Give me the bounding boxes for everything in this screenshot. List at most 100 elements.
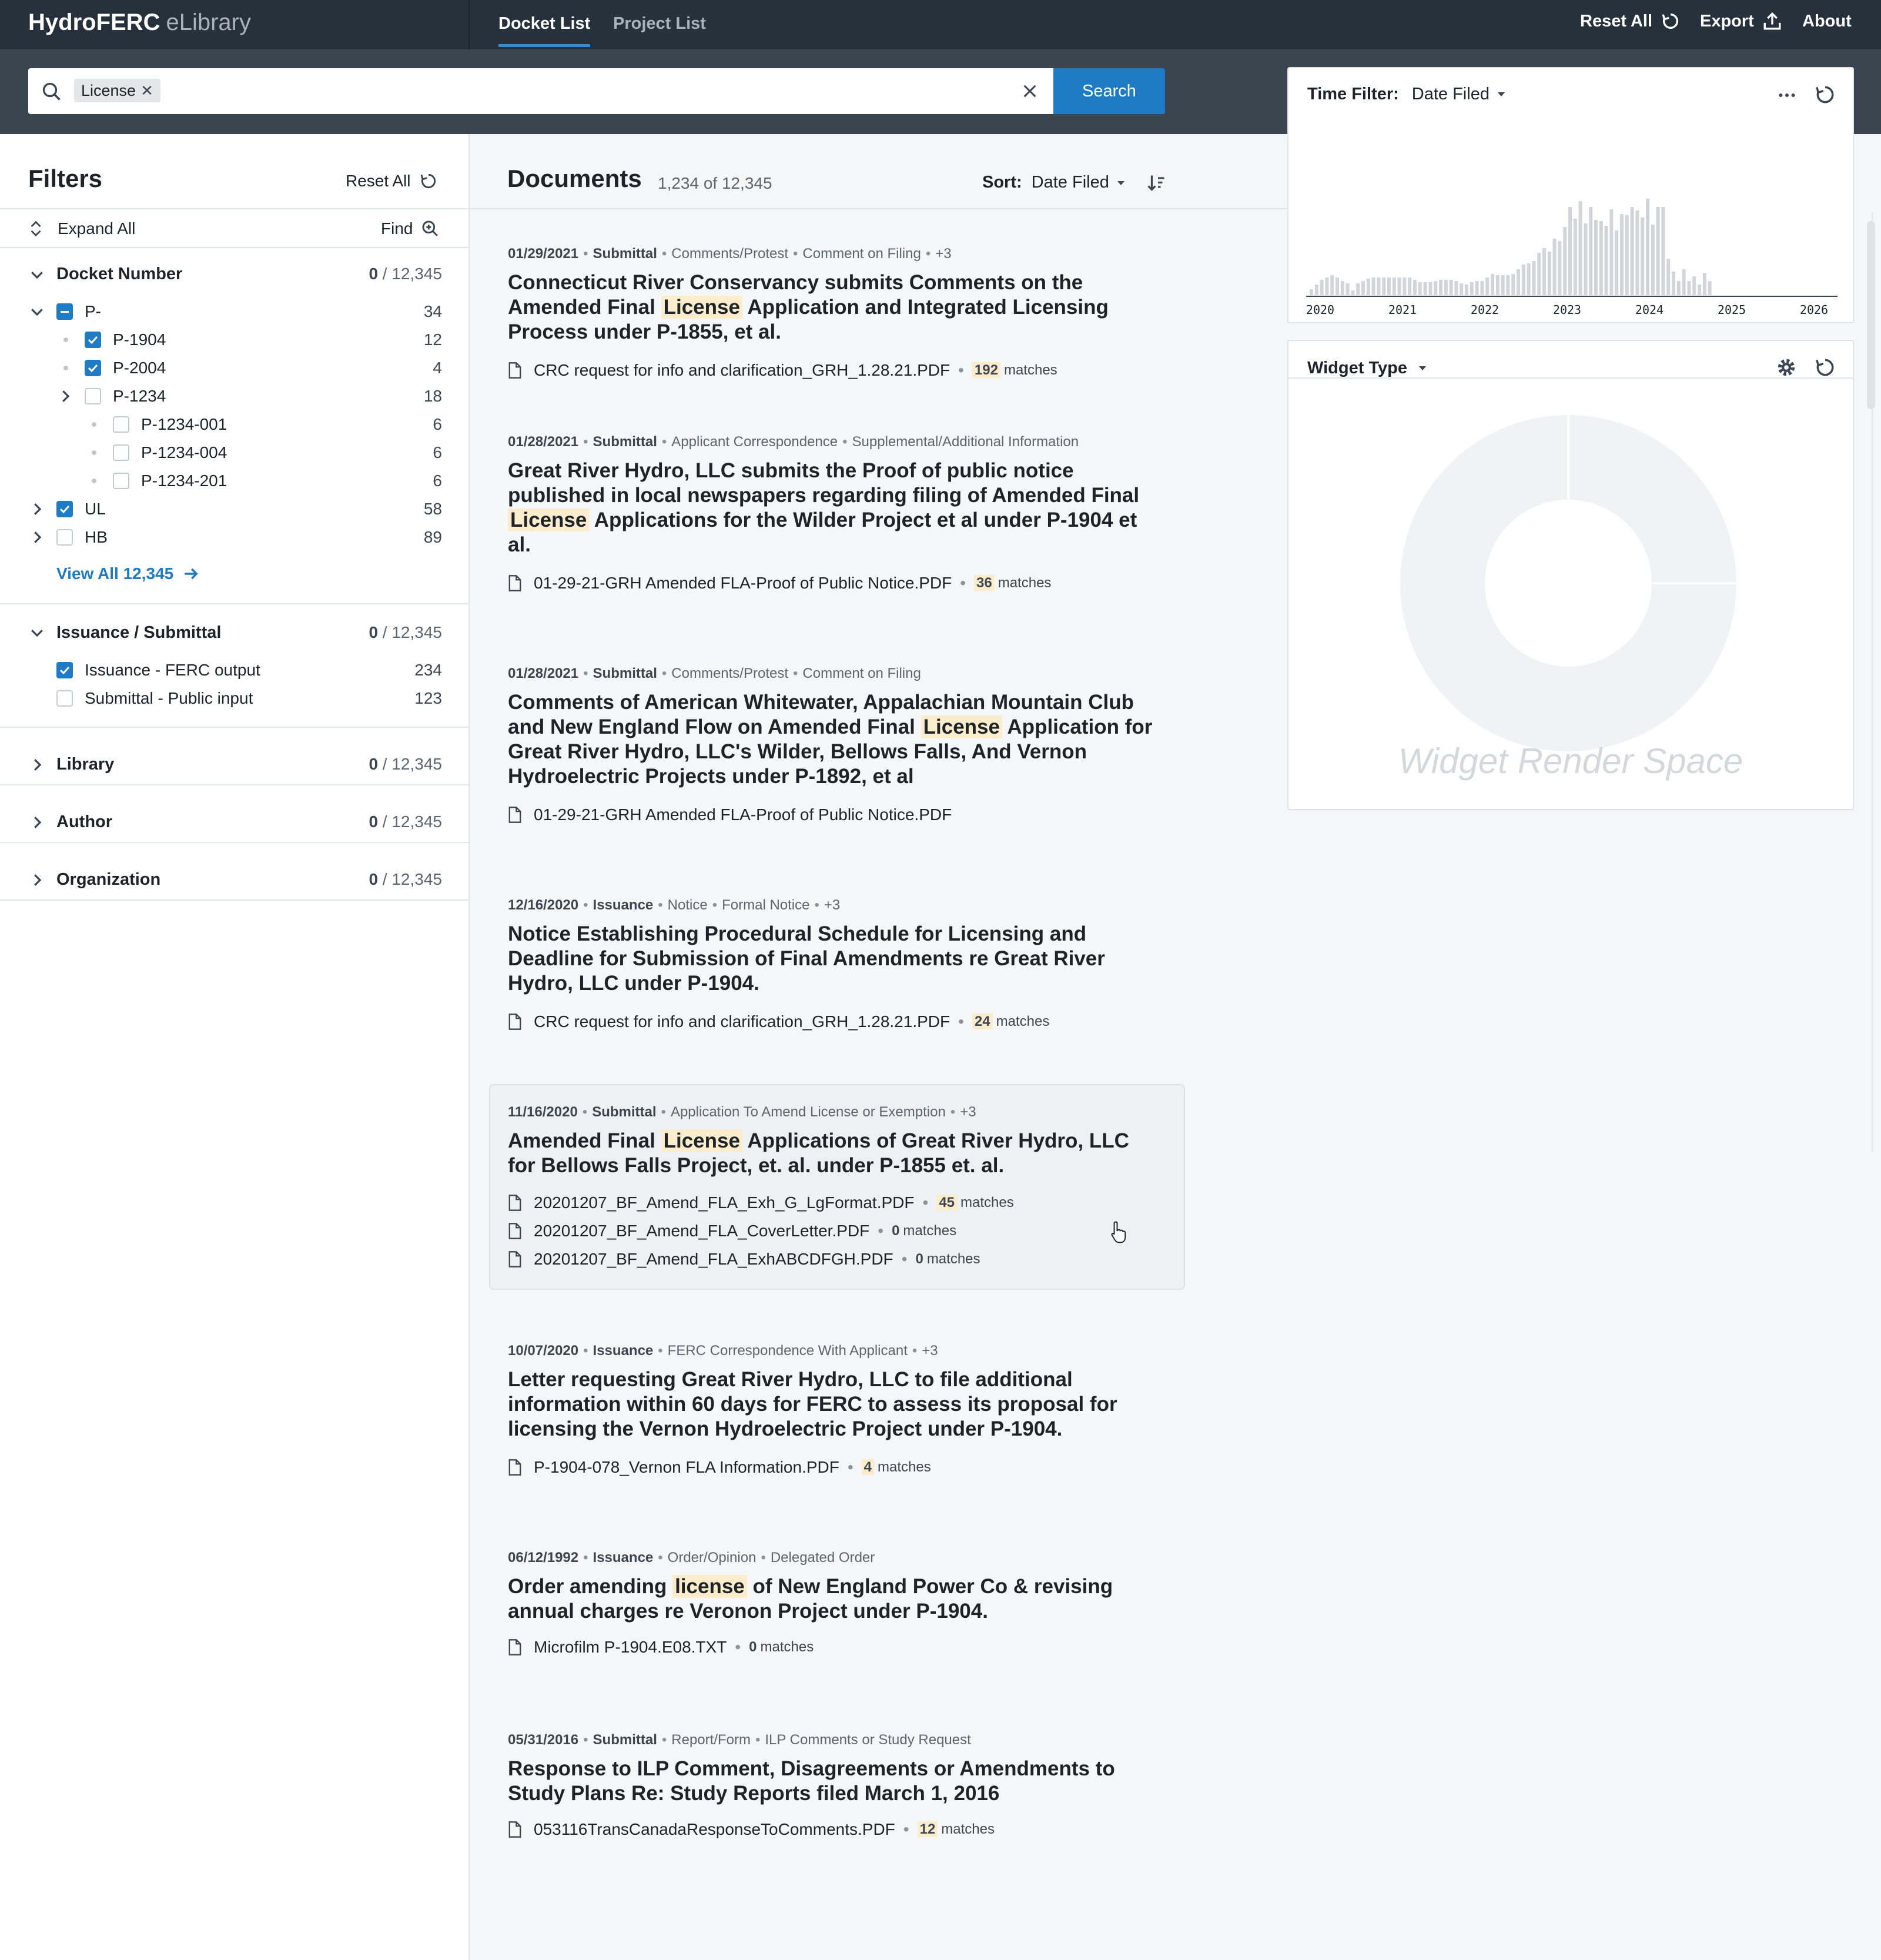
search-chip[interactable]: License ✕	[74, 79, 160, 102]
histogram-bar[interactable]	[1449, 280, 1453, 295]
reset-icon[interactable]	[1814, 356, 1836, 379]
histogram-bar[interactable]	[1506, 275, 1510, 295]
histogram-bar[interactable]	[1698, 285, 1701, 295]
checkbox-checked[interactable]	[85, 360, 101, 376]
histogram-bar[interactable]	[1702, 273, 1706, 295]
checkbox[interactable]	[113, 473, 129, 489]
histogram-bar[interactable]	[1387, 277, 1391, 295]
histogram-bar[interactable]	[1542, 248, 1546, 295]
histogram-bar[interactable]	[1340, 281, 1344, 295]
histogram-bar[interactable]	[1708, 281, 1712, 295]
author-heading[interactable]: Author	[56, 812, 112, 832]
chevron-down-icon[interactable]	[28, 266, 46, 283]
document-title-link[interactable]: Amended Final License Applications of Gr…	[508, 1129, 1160, 1178]
scrollbar[interactable]	[1867, 221, 1875, 409]
histogram-bar[interactable]	[1397, 277, 1401, 295]
sort-direction-icon[interactable]	[1146, 173, 1167, 194]
histogram-bar[interactable]	[1392, 277, 1396, 295]
histogram-bar[interactable]	[1558, 241, 1562, 295]
histogram-bar[interactable]	[1573, 219, 1577, 295]
time-filter-dropdown[interactable]: Date Filed	[1412, 85, 1507, 104]
document-file-link[interactable]: 20201207_BF_Amend_FLA_ExhABCDFGH.PDF • 0 ma…	[508, 1249, 980, 1270]
document-title-link[interactable]: Order amending license of New England Po…	[508, 1574, 1160, 1624]
app-logo[interactable]: HydroFERC eLibrary	[28, 0, 251, 45]
histogram-bar[interactable]	[1460, 283, 1464, 295]
histogram-bar[interactable]	[1578, 201, 1582, 295]
histogram-bar[interactable]	[1454, 281, 1458, 295]
histogram-bar[interactable]	[1599, 221, 1603, 295]
chevron-right-icon[interactable]	[28, 814, 46, 831]
histogram-bar[interactable]	[1428, 282, 1432, 295]
histogram-bar[interactable]	[1320, 280, 1324, 295]
document-file-link[interactable]: 20201207_BF_Amend_FLA_Exh_G_LgFormat.PDF…	[508, 1192, 1014, 1213]
histogram-bar[interactable]	[1475, 281, 1479, 295]
document-title-link[interactable]: Notice Establishing Procedural Schedule …	[508, 922, 1160, 996]
histogram-bar[interactable]	[1687, 281, 1691, 295]
document-file-link[interactable]: 20201207_BF_Amend_FLA_CoverLetter.PDF • 0 m…	[508, 1220, 956, 1242]
histogram-bar[interactable]	[1382, 277, 1386, 295]
histogram-bar[interactable]	[1630, 207, 1634, 295]
histogram-bar[interactable]	[1589, 207, 1593, 295]
histogram-bar[interactable]	[1485, 277, 1490, 295]
filters-reset-button[interactable]: Reset All	[346, 172, 438, 190]
histogram-bar[interactable]	[1661, 207, 1665, 295]
histogram-bar[interactable]	[1439, 280, 1442, 295]
about-link[interactable]: About	[1802, 0, 1852, 42]
checkbox[interactable]	[113, 416, 129, 433]
histogram-bar[interactable]	[1532, 261, 1536, 295]
library-heading[interactable]: Library	[56, 755, 114, 774]
histogram-bar[interactable]	[1568, 207, 1572, 295]
histogram-bar[interactable]	[1563, 227, 1567, 295]
histogram-bar[interactable]	[1330, 275, 1334, 295]
histogram-bar[interactable]	[1361, 281, 1365, 295]
histogram-bar[interactable]	[1423, 282, 1427, 295]
chevron-down-icon[interactable]	[28, 303, 46, 320]
histogram-bar[interactable]	[1620, 214, 1624, 295]
tab-docket-list[interactable]: Docket List	[498, 0, 591, 47]
histogram-bar[interactable]	[1521, 265, 1525, 295]
histogram-bar[interactable]	[1672, 272, 1675, 295]
histogram-bar[interactable]	[1491, 274, 1494, 295]
checkbox-checked[interactable]	[56, 662, 73, 678]
chevron-right-icon[interactable]	[28, 529, 46, 546]
histogram-bar[interactable]	[1413, 280, 1417, 295]
checkbox-checked[interactable]	[85, 332, 101, 348]
histogram-bar[interactable]	[1325, 277, 1329, 295]
histogram-bar[interactable]	[1552, 239, 1557, 295]
gear-icon[interactable]	[1775, 356, 1798, 379]
histogram-bar[interactable]	[1604, 226, 1608, 295]
clear-search-icon[interactable]	[1022, 83, 1038, 99]
histogram-bar[interactable]	[1336, 277, 1339, 295]
histogram-bar[interactable]	[1356, 283, 1360, 295]
histogram-bar[interactable]	[1501, 275, 1505, 295]
chevron-right-icon[interactable]	[28, 756, 46, 774]
histogram-bar[interactable]	[1625, 215, 1629, 295]
histogram-bar[interactable]	[1444, 280, 1448, 295]
histogram-bar[interactable]	[1470, 282, 1474, 295]
histogram-bar[interactable]	[1537, 253, 1541, 295]
view-all-link[interactable]: View All 12,345	[56, 564, 200, 583]
document-file-link[interactable]: CRC request for info and clarification_G…	[508, 1011, 1049, 1032]
histogram-bar[interactable]	[1418, 282, 1422, 295]
document-title-link[interactable]: Great River Hydro, LLC submits the Proof…	[508, 459, 1160, 557]
document-file-link[interactable]: 01-29-21-GRH Amended FLA-Proof of Public…	[508, 573, 1051, 594]
histogram-bar[interactable]	[1692, 276, 1696, 295]
histogram-bar[interactable]	[1656, 207, 1660, 295]
document-file-link[interactable]: 01-29-21-GRH Amended FLA-Proof of Public…	[508, 804, 952, 825]
chevron-down-icon[interactable]	[28, 624, 46, 641]
histogram-bar[interactable]	[1408, 277, 1412, 295]
reset-icon[interactable]	[1814, 83, 1836, 106]
histogram-bar[interactable]	[1495, 275, 1500, 295]
histogram-bar[interactable]	[1480, 281, 1484, 295]
issuance-heading[interactable]: Issuance / Submittal	[56, 623, 221, 643]
document-file-link[interactable]: CRC request for info and clarification_G…	[508, 360, 1057, 381]
histogram-bar[interactable]	[1366, 279, 1370, 295]
histogram-bar[interactable]	[1651, 225, 1655, 295]
histogram-bar[interactable]	[1517, 269, 1520, 295]
docket-number-heading[interactable]: Docket Number	[56, 265, 182, 284]
sort-control[interactable]: Sort: Date Filed	[982, 173, 1127, 192]
document-title-link[interactable]: Letter requesting Great River Hydro, LLC…	[508, 1367, 1160, 1441]
find-button[interactable]: Find	[381, 216, 440, 241]
checkbox[interactable]	[85, 388, 101, 404]
histogram-bar[interactable]	[1371, 277, 1375, 295]
